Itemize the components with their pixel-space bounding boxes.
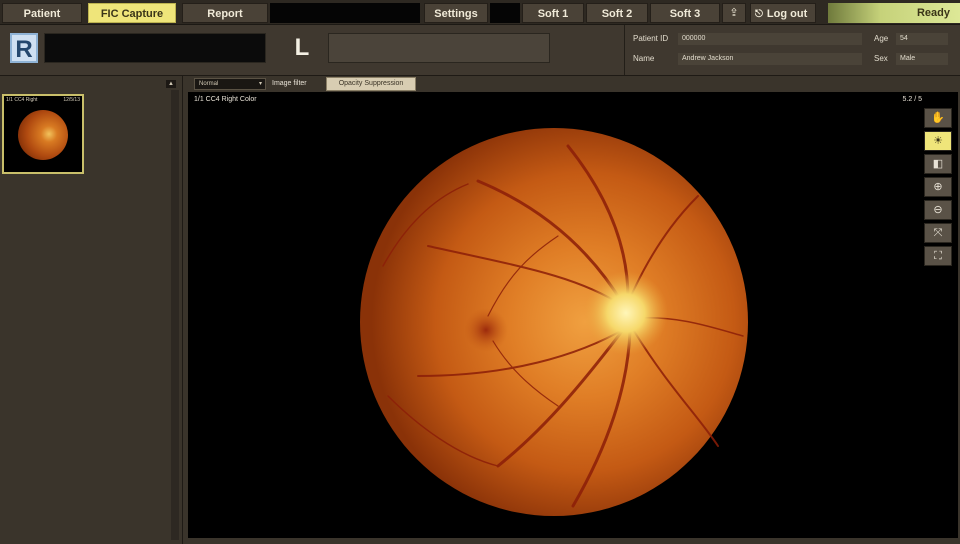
opacity-suppression-button[interactable]: Opacity Suppression — [326, 77, 416, 91]
right-eye-button[interactable]: R — [10, 33, 38, 63]
thumbnail-item[interactable]: 1/1 CC4 Right 12/5/13 — [2, 94, 84, 174]
image-viewer[interactable]: 1/1 CC4 Right Color 5.2 / 5 — [188, 92, 958, 538]
tab-report[interactable]: Report — [182, 3, 268, 23]
compare-icon[interactable]: ◧ — [924, 154, 952, 174]
thumbnail-caption: 1/1 CC4 Right 12/5/13 — [6, 97, 80, 103]
thumbnail-scrollbar[interactable] — [171, 90, 179, 540]
fundus-image — [360, 128, 748, 516]
patient-id-value: 000000 — [678, 33, 862, 45]
tab-bar-gap — [490, 3, 520, 23]
thumbnail-panel: ▲ 1/1 CC4 Right 12/5/13 — [0, 76, 183, 544]
capture-info-row: R L Patient ID 000000 Name Andrew Jackso… — [0, 25, 960, 76]
age-value: 54 — [896, 33, 948, 45]
patient-name-label: Name — [633, 54, 655, 63]
hand-icon[interactable]: ✋ — [924, 108, 952, 128]
left-eye-button[interactable]: L — [288, 33, 316, 63]
soft-2-button[interactable]: Soft 2 — [586, 3, 648, 23]
logout-icon: ⎋ — [755, 9, 763, 20]
patient-name-value: Andrew Jackson — [678, 53, 862, 65]
top-menu-bar: Patient FIC Capture Report Settings Soft… — [0, 0, 960, 25]
scroll-up-icon[interactable]: ▲ — [166, 80, 176, 88]
soft-3-button[interactable]: Soft 3 — [650, 3, 720, 23]
thumbnail-fundus-image — [18, 110, 68, 160]
info-divider — [624, 25, 625, 75]
zoom-readout: 5.2 / 5 — [902, 96, 922, 103]
settings-button[interactable]: Settings — [424, 3, 488, 23]
logout-label: Log out — [766, 8, 808, 20]
upload-icon: ⇪ — [729, 7, 739, 19]
soft-1-button[interactable]: Soft 1 — [522, 3, 584, 23]
upload-button[interactable]: ⇪ — [722, 3, 746, 23]
tab-bar-empty-area — [270, 3, 420, 23]
logout-button[interactable]: ⎋ Log out — [750, 3, 816, 23]
right-eye-field[interactable] — [44, 33, 266, 63]
display-mode-select[interactable]: Normal ▾ — [194, 78, 266, 90]
brightness-icon[interactable]: ☀ — [924, 131, 952, 151]
chevron-down-icon: ▾ — [258, 81, 262, 87]
display-mode-value: Normal — [199, 81, 219, 87]
viewer-tools: ✋ ☀ ◧ ⊕ ⊖ ⤧ ⛶ — [924, 108, 954, 269]
sex-value: Male — [896, 53, 948, 65]
zoom-out-icon[interactable]: ⊖ — [924, 200, 952, 220]
fullscreen-icon[interactable]: ⛶ — [924, 246, 952, 266]
thumbnail-caption-left: 1/1 CC4 Right — [6, 97, 38, 103]
status-indicator: Ready — [828, 3, 960, 23]
sex-label: Sex — [874, 54, 888, 63]
zoom-in-icon[interactable]: ⊕ — [924, 177, 952, 197]
left-eye-field[interactable] — [328, 33, 550, 63]
image-title: 1/1 CC4 Right Color — [194, 96, 257, 103]
tab-fic-capture[interactable]: FIC Capture — [88, 3, 176, 23]
fit-icon[interactable]: ⤧ — [924, 223, 952, 243]
image-filter-label: Image filter — [272, 80, 307, 87]
age-label: Age — [874, 34, 889, 43]
tab-patient[interactable]: Patient — [2, 3, 82, 23]
thumbnail-caption-right: 12/5/13 — [63, 97, 80, 103]
patient-id-label: Patient ID — [633, 34, 669, 43]
